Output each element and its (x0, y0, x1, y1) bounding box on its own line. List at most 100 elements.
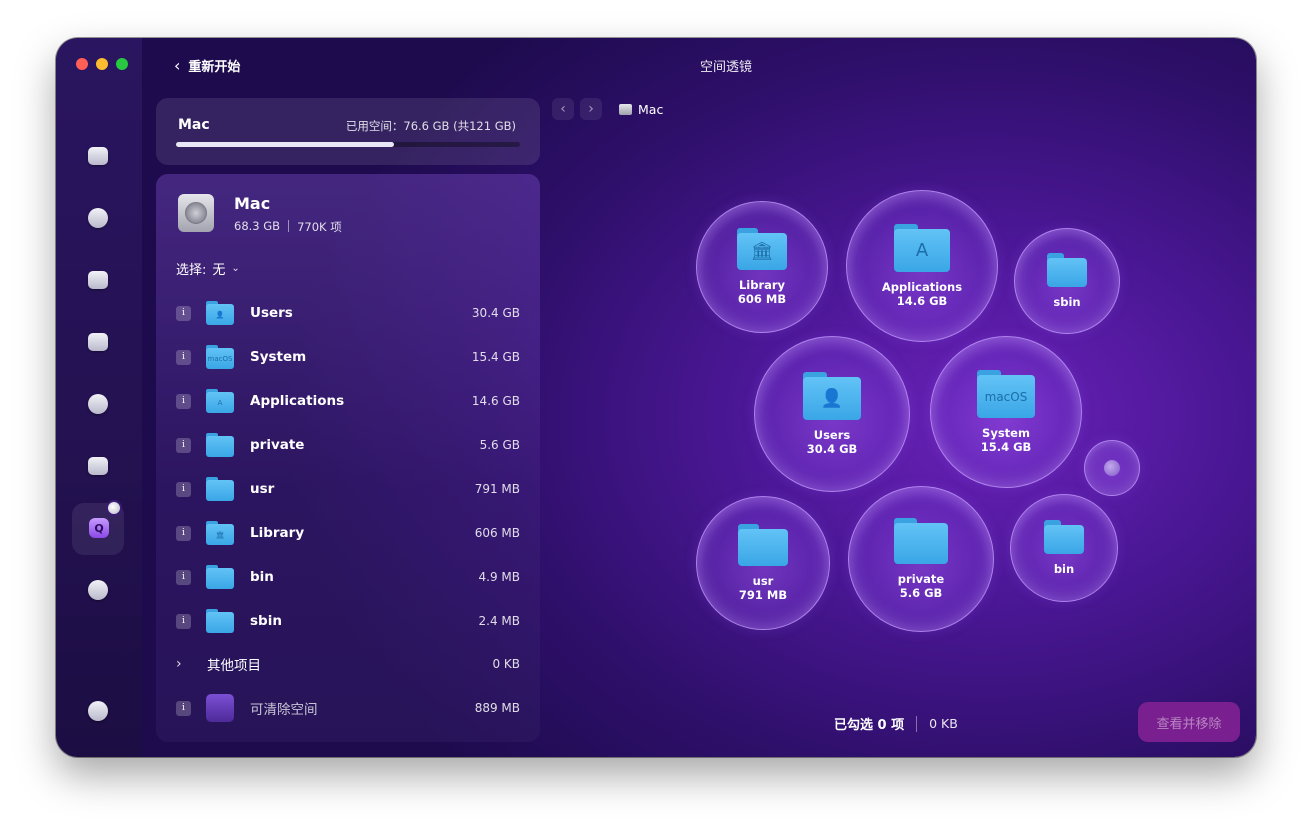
bubble-name: Users (813, 428, 851, 442)
folder-row[interactable]: i bin 4.9 MB (176, 562, 520, 592)
folder-name: System (250, 349, 307, 365)
chevron-right-icon: › (588, 101, 594, 117)
panel-size: 68.3 GB (234, 219, 281, 233)
folder-icon (206, 477, 234, 501)
bubble-size: 791 MB (738, 588, 788, 602)
folder-bubble[interactable]: 🏛 Library 606 MB (696, 201, 828, 333)
folder-size: 15.4 GB (471, 350, 520, 364)
sidebar: Q (56, 38, 142, 757)
folder-icon: 👤 (206, 301, 234, 325)
folder-name: bin (250, 569, 274, 585)
assistant-button[interactable] (86, 699, 110, 723)
app-window: Q ‹ 重新开始 空间透镜 Mac 已用空间：76.6 GB (共121 GB)… (56, 38, 1256, 757)
info-icon[interactable]: i (176, 305, 191, 321)
purgeable-size: 889 MB (474, 701, 520, 715)
info-icon[interactable]: i (176, 569, 191, 585)
other-items-label: 其他项目 (207, 658, 261, 674)
folder-name: sbin (250, 613, 282, 629)
folder-icon: macOS (977, 370, 1035, 418)
window-title: 空间透镜 (699, 60, 752, 75)
selected-size: 0 KB (929, 716, 958, 731)
folder-icon (206, 433, 234, 457)
folder-icon: 🏛 (737, 228, 787, 270)
selected-count: 已勾选 0 项 (834, 718, 905, 733)
folder-row[interactable]: i usr 791 MB (176, 474, 520, 504)
folder-bubble[interactable]: bin (1010, 494, 1118, 602)
folder-icon (738, 524, 788, 566)
lightning-icon (88, 333, 108, 351)
status-dot (106, 500, 122, 516)
bubble-name: sbin (1053, 295, 1081, 309)
folder-name: Library (250, 525, 305, 541)
purgeable-row[interactable]: i 可清除空间 889 MB (176, 693, 520, 723)
panel-title: Mac (234, 194, 271, 213)
folder-size: 30.4 GB (471, 306, 520, 320)
info-icon[interactable]: i (176, 525, 191, 541)
cloud-icon (88, 580, 108, 600)
bubble-size: 15.4 GB (980, 440, 1032, 454)
review-and-remove-button[interactable]: 查看并移除 (1138, 702, 1240, 742)
hand-icon (88, 271, 108, 289)
sidebar-item-privacy[interactable] (86, 268, 110, 292)
purgeable-label: 可清除空间 (250, 702, 318, 718)
folder-icon (1044, 520, 1084, 554)
disk-used-text: 已用空间：76.6 GB (共121 GB) (345, 119, 516, 133)
assistant-icon (88, 701, 108, 721)
folder-size: 791 MB (474, 482, 520, 496)
folder-bubble[interactable]: usr 791 MB (696, 496, 830, 630)
sidebar-item-performance[interactable] (86, 330, 110, 354)
sidebar-item-protection[interactable] (86, 206, 110, 230)
folder-icon (894, 518, 948, 564)
folder-bubble[interactable]: sbin (1014, 228, 1120, 334)
panel-subtitle: 68.3 GB 770K 项 (234, 219, 342, 235)
folder-row[interactable]: i private 5.6 GB (176, 430, 520, 460)
other-items-size: 0 KB (492, 657, 520, 671)
folder-row[interactable]: i A Applications 14.6 GB (176, 386, 520, 416)
folder-bubble[interactable]: macOS System 15.4 GB (930, 336, 1082, 488)
collapsed-bubble[interactable] (1084, 440, 1140, 496)
folder-icon (88, 457, 108, 475)
select-value: 无 (212, 263, 226, 278)
folder-row[interactable]: i 👤 Users 30.4 GB (176, 298, 520, 328)
select-label: 选择: (176, 263, 207, 278)
disk-usage-fill (176, 142, 394, 147)
nav-forward-button[interactable]: › (580, 98, 602, 120)
sidebar-item-cloud[interactable] (86, 578, 110, 602)
breadcrumb: Mac (619, 102, 663, 117)
sidebar-item-applications[interactable] (86, 392, 110, 416)
folder-icon: A (894, 224, 950, 272)
disk-usage-card: Mac 已用空间：76.6 GB (共121 GB) (156, 98, 540, 165)
folder-bubble[interactable]: A Applications 14.6 GB (846, 190, 998, 342)
info-icon[interactable]: i (176, 481, 191, 497)
info-icon[interactable]: i (176, 437, 191, 453)
small-dot-icon (1104, 460, 1120, 476)
disk-name: Mac (178, 117, 210, 133)
folder-name: private (250, 437, 305, 453)
folder-row[interactable]: i 🏛 Library 606 MB (176, 518, 520, 548)
bubble-size: 606 MB (737, 292, 787, 306)
folder-bubble[interactable]: private 5.6 GB (848, 486, 994, 632)
folder-name: usr (250, 481, 275, 497)
info-icon[interactable]: i (176, 349, 191, 365)
select-dropdown[interactable]: 选择: 无 ⌄ (176, 259, 240, 278)
folder-row[interactable]: i sbin 2.4 MB (176, 606, 520, 636)
other-items-row[interactable]: › 其他项目 0 KB (176, 649, 520, 679)
folder-size: 14.6 GB (471, 394, 520, 408)
sidebar-item-smart-scan[interactable] (86, 144, 110, 168)
shield-icon (88, 208, 108, 228)
bubble-name: bin (1053, 562, 1075, 576)
panel-items-count: 770K 项 (297, 220, 342, 234)
sidebar-item-files[interactable] (86, 454, 110, 478)
selection-status: 已勾选 0 项 0 KB (834, 714, 958, 733)
folder-row[interactable]: i macOS System 15.4 GB (176, 342, 520, 372)
chevron-left-icon: ‹ (560, 101, 566, 117)
info-icon[interactable]: i (176, 393, 191, 409)
folder-bubble[interactable]: 👤 Users 30.4 GB (754, 336, 910, 492)
nav-back-button[interactable]: ‹ (552, 98, 574, 120)
bubble-name: private (897, 572, 945, 586)
bubble-name: Applications (881, 280, 963, 294)
hard-drive-icon (619, 104, 632, 115)
info-icon[interactable]: i (176, 700, 191, 716)
info-icon[interactable]: i (176, 613, 191, 629)
folder-size: 4.9 MB (478, 570, 520, 584)
